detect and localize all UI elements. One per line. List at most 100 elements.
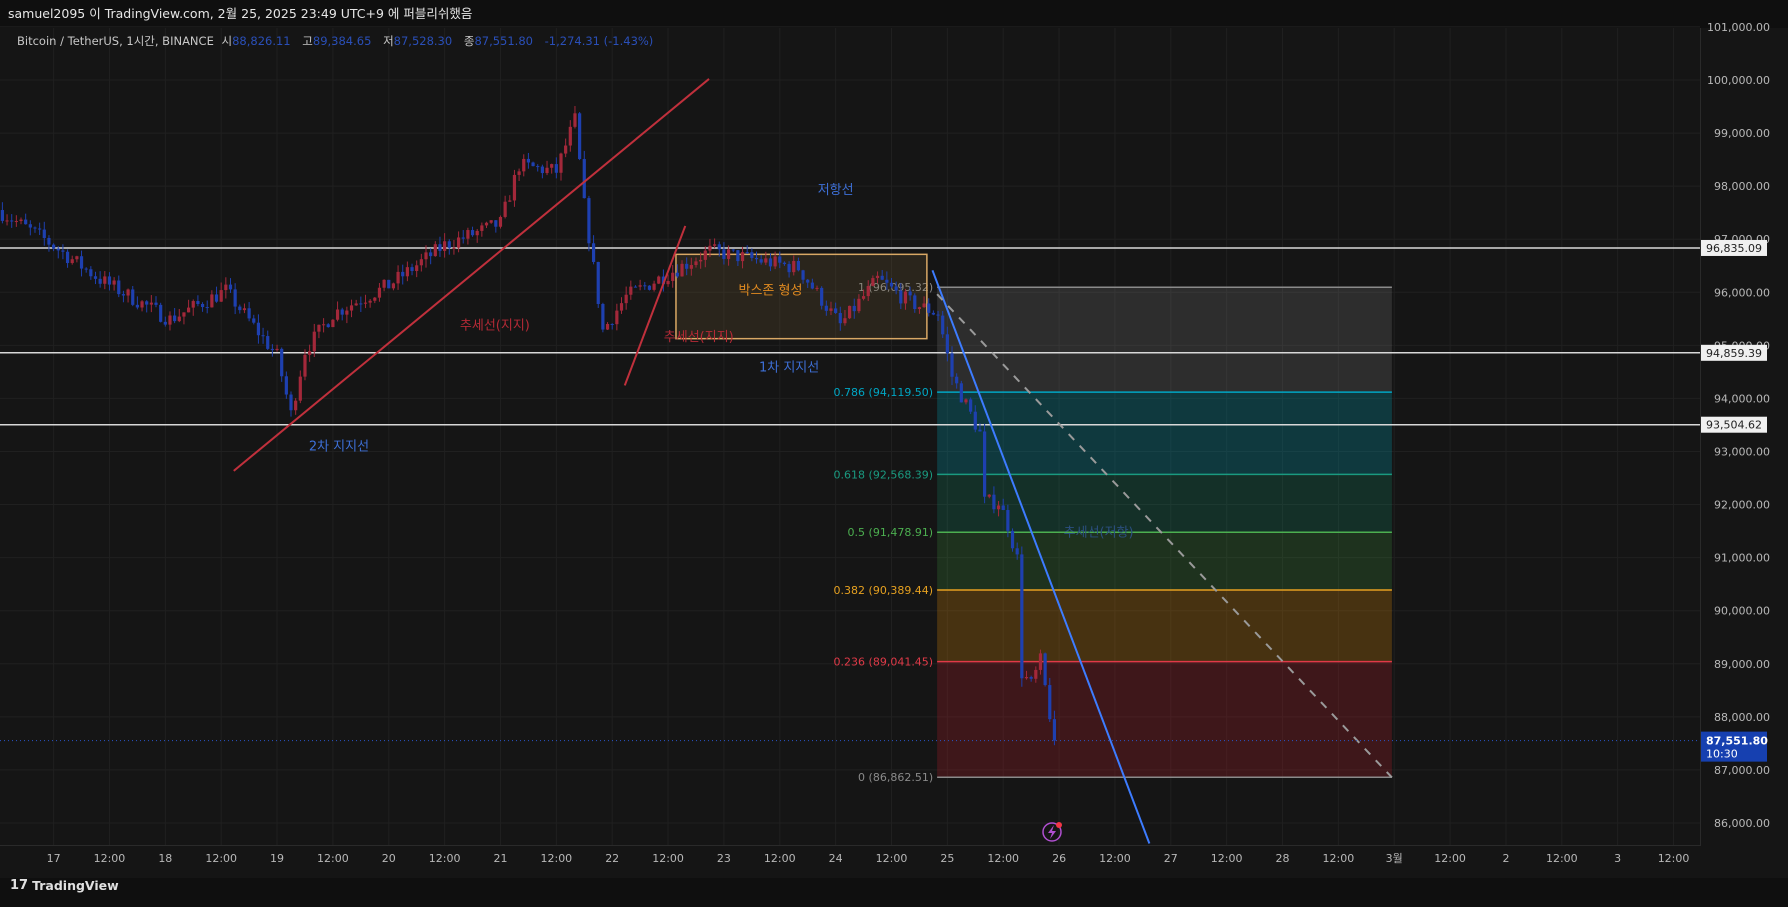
annotation-label[interactable]: 박스존 형성 [739,283,803,298]
price-tick-label: 91,000.00 [1714,552,1770,565]
price-tick-label: 98,000.00 [1714,180,1770,193]
price-tick-label: 87,000.00 [1714,764,1770,777]
time-tick-label: 12:00 [764,852,796,865]
level-price-text: 93,504.62 [1706,419,1762,432]
price-chart[interactable]: 1 (96,095.32)0.786 (94,119.50)0.618 (92,… [0,0,1788,907]
level-price-text: 94,859.39 [1706,347,1762,360]
candle [331,319,335,328]
tradingview-logo[interactable]: 𝟭𝟳 TradingView [10,878,119,893]
candle [959,380,963,403]
price-tick-label: 90,000.00 [1714,605,1770,618]
annotation-label[interactable]: 저항선 [818,183,854,198]
fib-zone [937,287,1392,393]
annotation-label[interactable]: 1차 지지선 [759,360,819,375]
time-tick-label: 28 [1276,852,1290,865]
fib-level-label: 0 (86,862.51) [858,771,933,784]
time-tick-label: 12:00 [317,852,349,865]
candle [601,302,605,333]
time-tick-label: 23 [717,852,731,865]
price-tick-label: 99,000.00 [1714,127,1770,140]
time-tick-label: 12:00 [1099,852,1131,865]
price-tick-label: 89,000.00 [1714,658,1770,671]
fib-zone [937,532,1392,591]
low-value: 87,528.30 [393,34,453,48]
time-tick-label: 20 [382,852,396,865]
close-label: 종 [463,34,475,48]
candle [587,195,591,252]
candle [983,423,987,504]
time-tick-label: 18 [158,852,172,865]
current-price-text: 87,551.80 [1706,735,1768,748]
time-tick-label: 12:00 [205,852,237,865]
fib-level-label: 0.786 (94,119.50) [834,386,934,399]
time-tick-label: 12:00 [876,852,908,865]
time-tick-label: 24 [829,852,843,865]
price-tick-label: 88,000.00 [1714,711,1770,724]
candle [969,397,973,415]
time-tick-label: 12:00 [429,852,461,865]
time-tick-label: 12:00 [94,852,126,865]
chart-background [0,28,1788,878]
candle [1020,546,1024,687]
fib-zone [937,474,1392,533]
fib-zone [937,661,1392,778]
candle [1043,652,1047,687]
price-tick-label: 92,000.00 [1714,499,1770,512]
bar-countdown-text: 10:30 [1706,748,1738,761]
annotation-label[interactable]: 추세선(지지) [664,330,734,345]
time-tick-label: 17 [47,852,61,865]
candle [848,305,852,320]
candle [596,261,600,308]
fib-level-label: 0.618 (92,568.39) [834,468,934,481]
candle [647,285,652,291]
symbol-name[interactable]: Bitcoin / TetherUS, 1시간, BINANCE [17,34,214,48]
low-label: 저 [383,34,394,48]
price-tick-label: 100,000.00 [1707,74,1770,87]
annotation-label[interactable]: 추세선(지지) [460,318,530,333]
time-tick-label: 2 [1502,852,1509,865]
fib-zone [937,590,1392,662]
price-tick-label: 96,000.00 [1714,286,1770,299]
time-tick-label: 19 [270,852,284,865]
time-tick-label: 22 [605,852,619,865]
brand-name: TradingView [32,878,119,893]
change-value: -1,274.31 (-1.43%) [544,34,654,48]
time-tick-label: 12:00 [540,852,572,865]
annotation-label[interactable]: 2차 지지선 [309,439,369,454]
fib-level-label: 0.5 (91,478.91) [848,526,934,539]
axis-divider [0,845,1701,846]
time-tick-label: 12:00 [1323,852,1355,865]
open-value: 88,826.11 [232,34,291,48]
high-value: 89,384.65 [312,34,372,48]
time-tick-label: 3월 [1386,852,1403,865]
level-price-text: 96,835.09 [1706,242,1762,255]
time-tick-label: 12:00 [1658,852,1690,865]
time-tick-label: 21 [493,852,507,865]
time-tick-label: 12:00 [1546,852,1578,865]
time-tick-label: 26 [1052,852,1066,865]
tradingview-logo-icon: 𝟭𝟳 [10,878,29,893]
time-tick-label: 12:00 [652,852,684,865]
price-tick-label: 93,000.00 [1714,445,1770,458]
candle [1010,528,1015,552]
price-tick-label: 94,000.00 [1714,392,1770,405]
close-value: 87,551.80 [474,34,533,48]
time-tick-label: 27 [1164,852,1178,865]
fib-level-label: 0.382 (90,389.44) [834,584,934,597]
symbol-legend: Bitcoin / TetherUS, 1시간, BINANCE 시88,826… [17,33,661,49]
time-tick-label: 3 [1614,852,1621,865]
axis-divider [1700,28,1701,845]
high-label: 고 [302,34,313,48]
time-tick-label: 25 [940,852,954,865]
time-tick-label: 12:00 [1211,852,1243,865]
fib-level-label: 0.236 (89,041.45) [834,656,934,669]
candle [159,302,163,323]
price-tick-label: 86,000.00 [1714,817,1770,830]
time-tick-label: 12:00 [987,852,1019,865]
candle [657,275,661,285]
price-tick-label: 101,000.00 [1707,21,1770,34]
candle [498,215,503,229]
time-tick-label: 12:00 [1434,852,1466,865]
annotation-label[interactable]: 추세선(저항) [1064,525,1134,540]
candle [387,279,391,289]
